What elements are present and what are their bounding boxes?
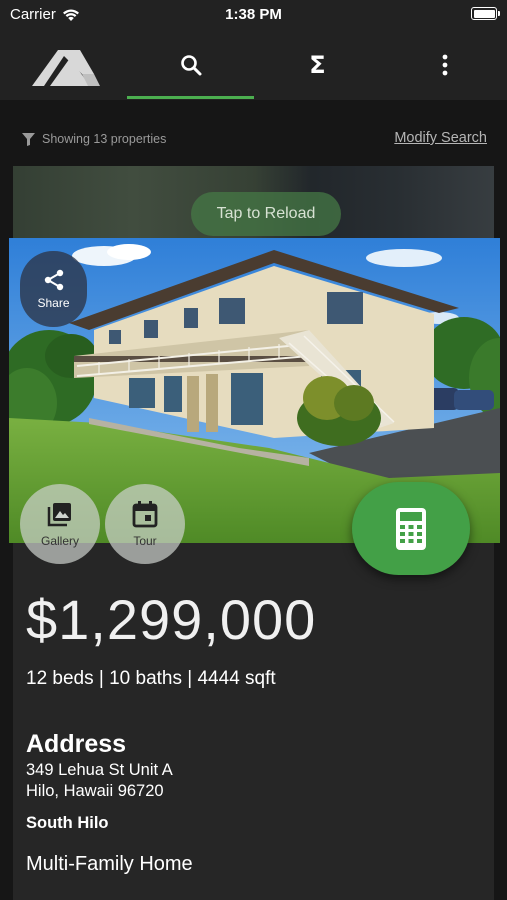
more-vertical-icon: [442, 54, 447, 76]
status-bar: Carrier 1:38 PM: [0, 0, 507, 30]
listing-price: $1,299,000: [26, 588, 317, 651]
property-count-text: Showing 13 properties: [42, 132, 167, 146]
share-button[interactable]: Share: [20, 251, 87, 327]
gallery-icon: [47, 503, 71, 527]
search-icon: [180, 55, 201, 76]
calculator-icon: [396, 507, 426, 550]
tap-to-reload-button[interactable]: Tap to Reload: [191, 192, 341, 236]
address-heading: Address: [26, 730, 127, 758]
share-label: Share: [37, 296, 70, 310]
address-city: Hilo, Hawaii 96720: [26, 782, 164, 800]
tab-summary[interactable]: Σ: [254, 30, 381, 100]
filter-icon: [22, 132, 35, 146]
modify-search-link[interactable]: Modify Search: [394, 130, 487, 146]
tab-search[interactable]: [127, 30, 254, 100]
filter-bar: Showing 13 properties Modify Search: [0, 100, 507, 170]
district-label: South Hilo: [26, 814, 109, 832]
tab-more[interactable]: [381, 30, 507, 100]
address-street: 349 Lehua St Unit A: [26, 761, 173, 779]
clock: 1:38 PM: [225, 6, 282, 23]
property-type: Multi-Family Home: [26, 853, 193, 875]
battery-level: [473, 9, 495, 18]
top-navigation: Σ: [0, 30, 507, 100]
tour-button[interactable]: Tour: [105, 484, 185, 564]
share-icon: [44, 269, 63, 291]
property-detail-screen: Carrier 1:38 PM Σ Showing 13 properties …: [0, 0, 507, 900]
sigma-icon: Σ: [309, 51, 326, 79]
tour-label: Tour: [133, 534, 157, 548]
listing-specs: 12 beds | 10 baths | 4444 sqft: [26, 668, 276, 689]
gallery-label: Gallery: [40, 534, 79, 548]
gallery-button[interactable]: Gallery: [20, 484, 100, 564]
battery-icon: [471, 7, 500, 20]
calendar-icon: [132, 501, 158, 528]
mountain-logo[interactable]: [30, 46, 100, 88]
mortgage-calculator-button[interactable]: [352, 482, 470, 575]
filter-summary: Showing 13 properties: [22, 132, 166, 146]
